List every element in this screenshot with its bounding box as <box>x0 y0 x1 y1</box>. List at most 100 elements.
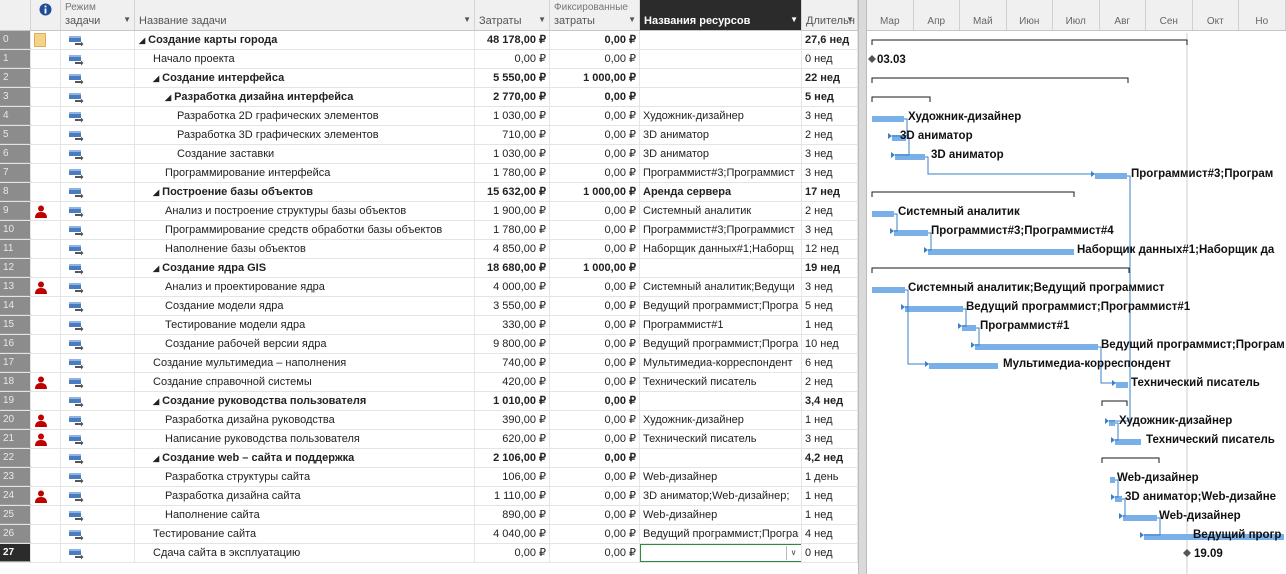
cost-cell[interactable]: 1 110,00 ₽ <box>475 487 550 505</box>
duration-cell[interactable]: 2 нед <box>802 126 858 144</box>
task-name-cell[interactable]: Сдача сайта в эксплуатацию <box>135 544 475 562</box>
task-row[interactable]: 27 Сдача сайта в эксплуатацию 0,00 ₽0,00 ₽… <box>0 544 858 563</box>
task-name-cell[interactable]: ◢ Создание карты города <box>135 31 475 49</box>
cost-cell[interactable]: 2 770,00 ₽ <box>475 88 550 106</box>
resource-names-cell[interactable]: Web-дизайнер <box>640 468 802 486</box>
resource-names-cell[interactable]: Системный аналитик <box>640 202 802 220</box>
task-name-cell[interactable]: Разработка 2D графических элементов <box>135 107 475 125</box>
resource-names-cell[interactable]: Программист#1 <box>640 316 802 334</box>
row-number[interactable]: 14 <box>0 297 31 315</box>
resource-names-cell[interactable]: 3D аниматор <box>640 126 802 144</box>
fixed-cost-cell[interactable]: 0,00 ₽ <box>550 449 640 467</box>
duration-cell[interactable]: 0 нед <box>802 544 858 562</box>
duration-cell[interactable]: 3 нед <box>802 145 858 163</box>
task-row[interactable]: 23 Разработка структуры сайта 106,00 ₽0,00… <box>0 468 858 487</box>
row-number[interactable]: 19 <box>0 392 31 410</box>
duration-cell[interactable]: 1 нед <box>802 506 858 524</box>
summary-bar[interactable] <box>1101 400 1128 406</box>
cost-cell[interactable]: 1 780,00 ₽ <box>475 164 550 182</box>
cost-cell[interactable]: 740,00 ₽ <box>475 354 550 372</box>
duration-cell[interactable]: 1 нед <box>802 316 858 334</box>
collapse-arrow-icon[interactable]: ◢ <box>139 36 145 45</box>
duration-cell[interactable]: 3 нед <box>802 278 858 296</box>
summary-bar[interactable] <box>871 96 931 102</box>
duration-cell[interactable]: 5 нед <box>802 297 858 315</box>
cost-cell[interactable]: 48 178,00 ₽ <box>475 31 550 49</box>
link-arrow[interactable] <box>1119 513 1123 519</box>
fixed-cost-cell[interactable]: 0,00 ₽ <box>550 31 640 49</box>
task-mode-cell[interactable] <box>61 278 135 296</box>
cost-cell[interactable]: 5 550,00 ₽ <box>475 69 550 87</box>
task-mode-cell[interactable] <box>61 50 135 68</box>
task-row[interactable]: 0 ◢ Создание карты города 48 178,00 ₽0,00 ₽… <box>0 31 858 50</box>
summary-bar[interactable] <box>871 267 1130 273</box>
cost-cell[interactable]: 1 780,00 ₽ <box>475 221 550 239</box>
fixed-cost-cell[interactable]: 1 000,00 ₽ <box>550 183 640 201</box>
collapse-arrow-icon[interactable]: ◢ <box>153 454 159 463</box>
fixed-cost-cell[interactable]: 0,00 ₽ <box>550 145 640 163</box>
duration-cell[interactable]: 5 нед <box>802 88 858 106</box>
cost-cell[interactable]: 330,00 ₽ <box>475 316 550 334</box>
summary-bar[interactable] <box>1101 457 1160 463</box>
task-name-cell[interactable]: ◢ Разработка дизайна интерфейса <box>135 88 475 106</box>
chevron-down-icon[interactable]: ∨ <box>786 546 800 560</box>
resource-names-cell[interactable] <box>640 88 802 106</box>
task-name-cell[interactable]: Тестирование модели ядра <box>135 316 475 334</box>
resource-names-cell[interactable]: Художник-дизайнер <box>640 107 802 125</box>
task-name-cell[interactable]: Создание заставки <box>135 145 475 163</box>
link-arrow[interactable] <box>901 304 905 310</box>
fixed-cost-cell[interactable]: 0,00 ₽ <box>550 278 640 296</box>
resource-names-cell[interactable]: Аренда сервера <box>640 183 802 201</box>
task-row[interactable]: 3 ◢ Разработка дизайна интерфейса 2 770,00 … <box>0 88 858 107</box>
cost-cell[interactable]: 1 030,00 ₽ <box>475 107 550 125</box>
task-mode-cell[interactable] <box>61 506 135 524</box>
task-row[interactable]: 19 ◢ Создание руководства пользователя 1 01… <box>0 392 858 411</box>
task-name-cell[interactable]: Разработка 3D графических элементов <box>135 126 475 144</box>
task-row[interactable]: 9 Анализ и построение структуры базы объе… <box>0 202 858 221</box>
fixed-cost-cell[interactable]: 0,00 ₽ <box>550 316 640 334</box>
duration-cell[interactable]: 3 нед <box>802 430 858 448</box>
cost-cell[interactable]: 4 040,00 ₽ <box>475 525 550 543</box>
task-row[interactable]: 4 Разработка 2D графических элементов 1 03… <box>0 107 858 126</box>
task-row[interactable]: 25 Наполнение сайта 890,00 ₽0,00 ₽ Web-диза… <box>0 506 858 525</box>
task-mode-cell[interactable] <box>61 373 135 391</box>
collapse-arrow-icon[interactable]: ◢ <box>153 397 159 406</box>
cost-cell[interactable]: 18 680,00 ₽ <box>475 259 550 277</box>
task-mode-cell[interactable] <box>61 354 135 372</box>
task-row[interactable]: 8 ◢ Построение базы объектов 15 632,00 ₽1 0… <box>0 183 858 202</box>
row-number[interactable]: 25 <box>0 506 31 524</box>
resource-overallocated-icon[interactable] <box>34 490 48 503</box>
row-number[interactable]: 21 <box>0 430 31 448</box>
resource-overallocated-icon[interactable] <box>34 433 48 446</box>
task-row[interactable]: 13 Анализ и проектирование ядра 4 000,00 ₽… <box>0 278 858 297</box>
duration-cell[interactable]: 2 нед <box>802 373 858 391</box>
cost-cell[interactable]: 106,00 ₽ <box>475 468 550 486</box>
duration-cell[interactable]: 3 нед <box>802 107 858 125</box>
link-arrow[interactable] <box>1112 380 1116 386</box>
row-number[interactable]: 24 <box>0 487 31 505</box>
chevron-down-icon[interactable]: ▼ <box>463 15 471 24</box>
task-row[interactable]: 6 Создание заставки 1 030,00 ₽0,00 ₽3D ани… <box>0 145 858 164</box>
fixed-cost-cell[interactable]: 0,00 ₽ <box>550 221 640 239</box>
fixed-cost-cell[interactable]: 0,00 ₽ <box>550 506 640 524</box>
task-mode-cell[interactable] <box>61 31 135 49</box>
task-name-cell[interactable]: Наполнение сайта <box>135 506 475 524</box>
resource-names-cell[interactable]: Художник-дизайнер <box>640 411 802 429</box>
row-number[interactable]: 4 <box>0 107 31 125</box>
resource-names-cell[interactable] <box>640 50 802 68</box>
duration-cell[interactable]: 2 нед <box>802 202 858 220</box>
resource-names-cell[interactable]: Программист#3;Программист <box>640 221 802 239</box>
cost-cell[interactable]: 4 850,00 ₽ <box>475 240 550 258</box>
task-mode-cell[interactable] <box>61 164 135 182</box>
resource-names-cell[interactable]: Мультимедиа-корреспондент <box>640 354 802 372</box>
task-bar[interactable] <box>929 363 998 369</box>
fixed-cost-cell[interactable]: 0,00 ₽ <box>550 202 640 220</box>
cost-cell[interactable]: 710,00 ₽ <box>475 126 550 144</box>
task-mode-cell[interactable] <box>61 69 135 87</box>
fixed-cost-cell[interactable]: 0,00 ₽ <box>550 544 640 562</box>
fixed-cost-cell[interactable]: 0,00 ₽ <box>550 335 640 353</box>
cost-cell[interactable]: 620,00 ₽ <box>475 430 550 448</box>
task-name-cell[interactable]: Создание справочной системы <box>135 373 475 391</box>
collapse-arrow-icon[interactable]: ◢ <box>153 264 159 273</box>
task-bar[interactable] <box>894 230 928 236</box>
